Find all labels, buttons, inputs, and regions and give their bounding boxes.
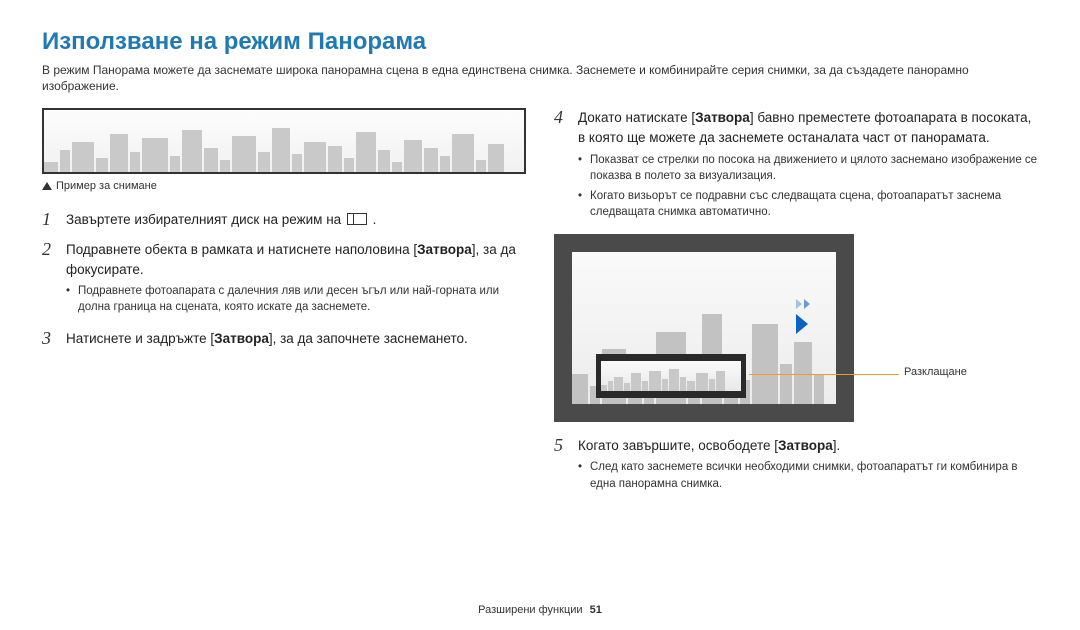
step-2-text: Подравнете обекта в рамката и натиснете … [66, 242, 516, 277]
step-number: 3 [42, 329, 56, 349]
intro-paragraph: В режим Панорама можете да заснемате шир… [42, 62, 1038, 94]
footer-section: Разширени функции [478, 604, 582, 616]
left-column: Пример за снимане 1 Завъртете избирателн… [42, 108, 526, 505]
page-title: Използване на режим Панорама [42, 28, 1038, 56]
step-number: 2 [42, 240, 56, 319]
step-3-text: Натиснете и задръжте [Затвора], за да за… [66, 329, 526, 349]
example-caption-text: Пример за снимане [56, 180, 157, 192]
step-number: 4 [554, 108, 568, 224]
panorama-example-image [42, 108, 526, 174]
step-2-sub: Подравнете фотоапарата с далечния ляв ил… [66, 283, 526, 315]
page-footer: Разширени функции 51 [0, 604, 1080, 616]
steps-right-bottom: 5 Когато завършите, освободете [Затвора]… [554, 436, 1038, 496]
page-number: 51 [590, 604, 602, 616]
step-4-sub1: Показват се стрелки по посока на движени… [578, 152, 1038, 184]
panorama-mode-icon [347, 213, 367, 225]
triangle-up-icon [42, 182, 52, 190]
step-number: 1 [42, 210, 56, 230]
step-5-sub1: След като заснемете всички необходими сн… [578, 459, 1038, 491]
camera-preview [554, 234, 854, 422]
step-5-text: Когато завършите, освободете [Затвора]. [578, 438, 840, 453]
step-4-text: Докато натискате [Затвора] бавно премест… [578, 110, 1031, 145]
right-column: 4 Докато натискате [Затвора] бавно преме… [554, 108, 1038, 505]
steps-left: 1 Завъртете избирателният диск на режим … [42, 210, 526, 349]
step-number: 5 [554, 436, 568, 496]
step-1-text: Завъртете избирателният диск на режим на… [66, 210, 526, 230]
callout-label: Разклащане [904, 366, 967, 378]
preview-wrapper: Разклащане [554, 234, 1038, 422]
steps-right-top: 4 Докато натискате [Затвора] бавно преме… [554, 108, 1038, 224]
step-4-sub2: Когато визьорът се подравни със следваща… [578, 188, 1038, 220]
panorama-strip [596, 354, 746, 398]
callout-line [749, 374, 899, 375]
direction-arrow-icon [798, 296, 822, 316]
example-caption: Пример за снимане [42, 180, 526, 192]
